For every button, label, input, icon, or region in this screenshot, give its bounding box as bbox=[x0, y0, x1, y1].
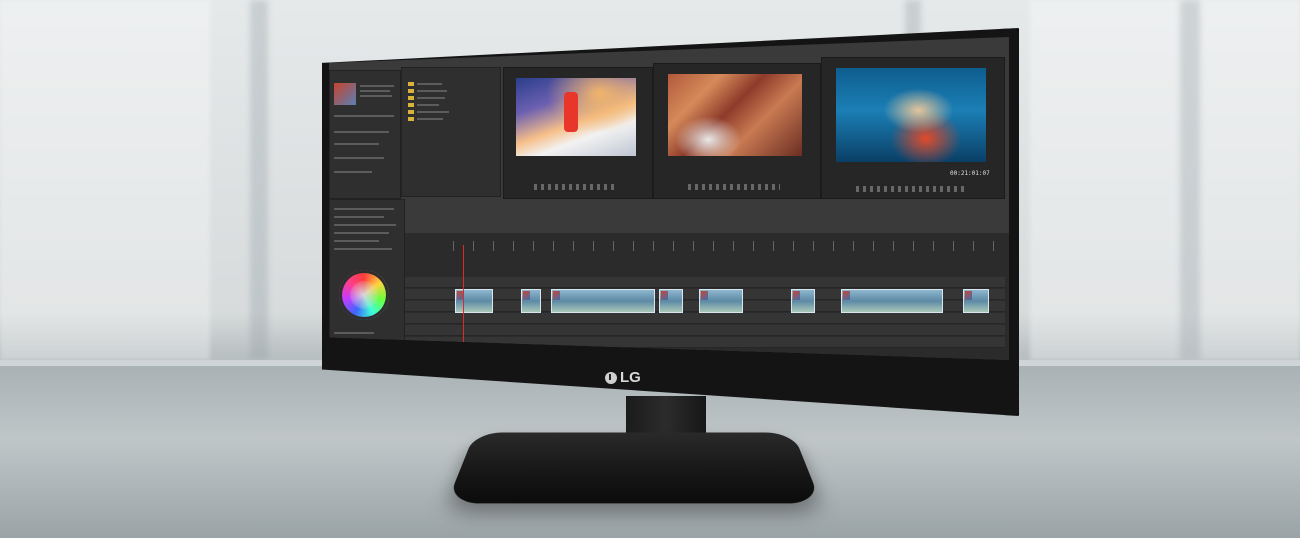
monitor-1-transport-controls[interactable] bbox=[534, 184, 614, 190]
metadata-line bbox=[334, 157, 384, 159]
timeline-clip[interactable] bbox=[551, 289, 655, 313]
source-monitor-3: 00:21:01:07 bbox=[821, 57, 1005, 199]
brand-logo-text: LG bbox=[620, 369, 641, 386]
metadata-line bbox=[334, 131, 389, 133]
monitor-2-transport-controls[interactable] bbox=[688, 184, 780, 190]
timeline-clip[interactable] bbox=[455, 289, 493, 313]
metadata-line bbox=[334, 171, 372, 173]
background-window-left bbox=[0, 0, 210, 360]
timeline-clip[interactable] bbox=[521, 289, 541, 313]
folder-icon bbox=[408, 110, 414, 114]
folder-label bbox=[417, 104, 439, 106]
effect-row bbox=[334, 240, 379, 242]
video-frame-canyon bbox=[668, 74, 802, 156]
folder-icon bbox=[408, 89, 414, 93]
timeline-clip[interactable] bbox=[659, 289, 683, 313]
brand-logo: LG bbox=[605, 369, 641, 386]
folder-label bbox=[417, 83, 442, 85]
video-frame-underwater bbox=[836, 68, 986, 162]
timeline-clip[interactable] bbox=[791, 289, 815, 313]
effect-row bbox=[334, 332, 374, 334]
monitor-3-transport-controls[interactable] bbox=[856, 186, 966, 192]
video-track bbox=[405, 277, 1005, 288]
lg-logo-icon bbox=[605, 371, 617, 384]
folder-icon bbox=[408, 117, 414, 121]
background-pillar-3 bbox=[1180, 0, 1200, 360]
folder-icon bbox=[408, 103, 414, 107]
monitor-3-timecode-right: 00:21:01:07 bbox=[950, 170, 990, 177]
color-wheel[interactable] bbox=[339, 270, 389, 320]
timeline-panel bbox=[405, 233, 1009, 360]
source-monitor-1 bbox=[503, 67, 653, 199]
timeline-clip[interactable] bbox=[963, 289, 989, 313]
metadata-line bbox=[360, 90, 390, 92]
metadata-line bbox=[334, 115, 394, 117]
background-pillar-1 bbox=[250, 0, 268, 360]
timeline-clip[interactable] bbox=[699, 289, 743, 313]
timeline-clip[interactable] bbox=[841, 289, 943, 313]
monitor-stand-base bbox=[446, 432, 822, 504]
project-panel bbox=[329, 70, 401, 199]
source-monitor-2 bbox=[653, 63, 821, 199]
playhead[interactable] bbox=[463, 245, 464, 355]
metadata-line bbox=[360, 95, 392, 97]
background-window-right bbox=[1030, 0, 1300, 360]
effect-row bbox=[334, 248, 392, 250]
effect-row bbox=[334, 216, 384, 218]
folder-label bbox=[417, 97, 445, 99]
metadata-line bbox=[360, 85, 394, 87]
effects-color-panel bbox=[329, 199, 405, 351]
video-frame-snowboarder bbox=[516, 78, 636, 156]
folder-label bbox=[417, 90, 447, 92]
monitor-screen: 00:21:01:07 bbox=[329, 37, 1009, 360]
folder-icon bbox=[408, 82, 414, 86]
audio-track bbox=[405, 325, 1005, 336]
folder-icon bbox=[408, 96, 414, 100]
effect-row bbox=[334, 224, 396, 226]
time-ruler[interactable] bbox=[453, 241, 1003, 251]
effect-row bbox=[334, 208, 394, 210]
bin-panel bbox=[401, 67, 501, 197]
clip-preview-thumbnail bbox=[334, 83, 356, 105]
audio-track bbox=[405, 313, 1005, 324]
snowboarder-figure bbox=[564, 92, 578, 132]
folder-label bbox=[417, 111, 449, 113]
effect-row bbox=[334, 232, 389, 234]
folder-label bbox=[417, 118, 443, 120]
metadata-line bbox=[334, 143, 379, 145]
